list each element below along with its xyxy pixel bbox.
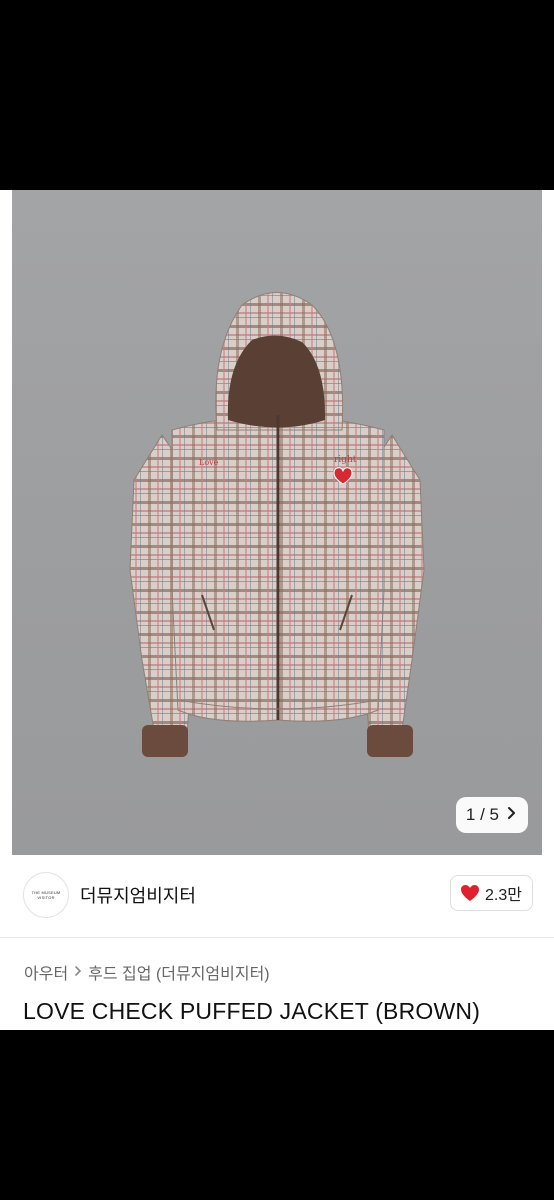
heart-icon [460, 884, 480, 902]
product-page: Love right 1 / 5 THE MUSEUM VISITOR 더뮤지엄… [0, 190, 554, 1030]
like-button[interactable]: 2.3만 [450, 875, 533, 911]
embroidery-left-label: Love [199, 458, 219, 467]
image-counter[interactable]: 1 / 5 [455, 797, 528, 833]
product-title: LOVE CHECK PUFFED JACKET (BROWN) [23, 998, 481, 1024]
product-image-gallery[interactable]: Love right 1 / 5 [12, 190, 542, 855]
chevron-right-icon [74, 964, 82, 980]
avatar-logo-text: THE MUSEUM VISITOR [31, 890, 61, 900]
bottom-letterbox [0, 1030, 554, 1200]
breadcrumb-subcategory[interactable]: 후드 집업 (더뮤지엄비지터) [88, 960, 269, 984]
top-letterbox [0, 0, 554, 190]
embroidery-right-label: right [334, 455, 357, 465]
chevron-right-icon[interactable] [507, 805, 516, 825]
like-count: 2.3만 [485, 887, 522, 904]
seller-avatar[interactable]: THE MUSEUM VISITOR [23, 872, 69, 918]
seller-name[interactable]: 더뮤지엄비지터 [80, 882, 196, 908]
breadcrumb-category[interactable]: 아우터 [24, 960, 68, 984]
product-image [129, 292, 425, 757]
breadcrumb: 아우터 후드 집업 (더뮤지엄비지터) [24, 960, 270, 984]
seller-row[interactable]: THE MUSEUM VISITOR 더뮤지엄비지터 2.3만 [0, 855, 554, 938]
image-counter-text: 1 / 5 [465, 805, 499, 824]
